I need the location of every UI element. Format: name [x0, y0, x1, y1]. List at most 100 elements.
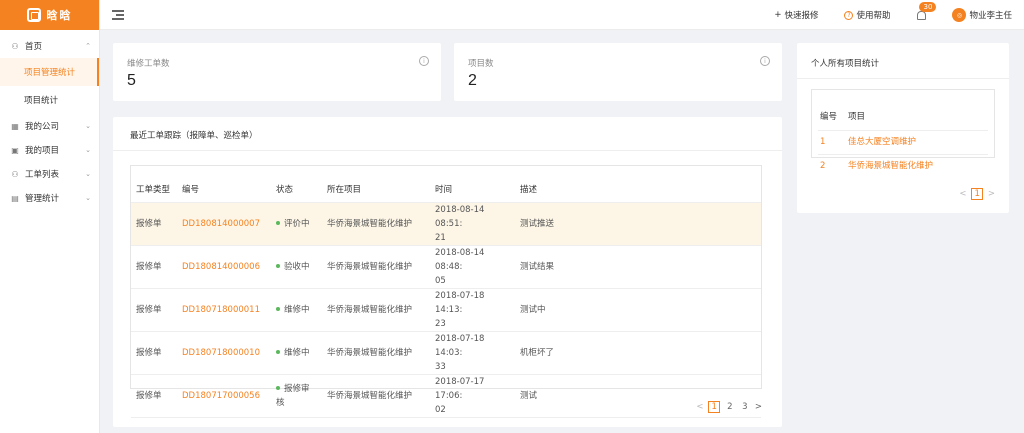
order-time: 2018-08-14 08:51: 21	[430, 202, 515, 246]
chart-icon: ▤	[11, 193, 19, 203]
page-button-1[interactable]: 1	[971, 188, 983, 200]
order-project: 华侨海景城智能化维护	[322, 245, 430, 289]
orders-stat-value: 5	[127, 72, 136, 89]
sidebar-item-management-stats[interactable]: ▤ 管理统计 ⌄	[0, 186, 99, 210]
user-menu[interactable]: ◎ 物业李主任	[952, 8, 1012, 22]
order-time-line: 02	[435, 404, 446, 415]
status-dot-icon	[276, 350, 280, 354]
header-actions: + 快速报修 ? 使用帮助 30 ◎ 物业李主任	[774, 0, 1012, 30]
order-code-link[interactable]: DD180718000011	[177, 288, 271, 332]
help-link[interactable]: ? 使用帮助	[844, 9, 890, 21]
table-row[interactable]: 报修单 DD180718000011 维修中 华侨海景城智能化维护 2018-0…	[131, 288, 761, 332]
next-page-button[interactable]: >	[755, 402, 762, 412]
sidebar-item-home[interactable]: ⚇ 首页 ⌃	[0, 34, 99, 58]
projects-stat-value: 2	[468, 72, 477, 89]
prev-page-button[interactable]: <	[959, 189, 966, 199]
order-time-line: 2018-07-17 17:06:	[435, 376, 485, 401]
sidebar-item-label: 我的项目	[25, 146, 60, 156]
order-status: 验收中	[271, 245, 322, 289]
user-icon: ⚇	[11, 169, 19, 179]
column-header: 时间	[430, 166, 515, 203]
order-code-link[interactable]: DD180717000056	[177, 374, 271, 418]
divider	[113, 150, 782, 151]
table-row[interactable]: 报修单 DD180717000056 报修审核 华侨海景城智能化维护 2018-…	[131, 374, 761, 418]
sidebar-item-project-management-stats[interactable]: 项目管理统计	[0, 58, 99, 86]
logo[interactable]: 晗晗	[0, 0, 99, 30]
project-name-link[interactable]: 佳总大厦空调维护	[846, 130, 988, 155]
table-row[interactable]: 报修单 DD180718000010 维修中 华侨海景城智能化维护 2018-0…	[131, 331, 761, 375]
quick-repair-button[interactable]: + 快速报修	[774, 9, 818, 21]
next-page-button[interactable]: >	[988, 189, 995, 199]
sidebar-item-work-orders[interactable]: ⚇ 工单列表 ⌄	[0, 162, 99, 186]
order-status-text: 评价中	[284, 218, 310, 229]
personal-projects-pagination: < 1 >	[959, 188, 995, 200]
chevron-down-icon: ⌄	[85, 170, 91, 178]
table-row[interactable]: 报修单 DD180814000006 验收中 华侨海景城智能化维护 2018-0…	[131, 245, 761, 289]
project-name-link[interactable]: 华侨海景城智能化维护	[846, 154, 988, 178]
sidebar-item-my-projects[interactable]: ▣ 我的项目 ⌄	[0, 138, 99, 162]
column-header: 状态	[271, 166, 322, 203]
order-status-text: 验收中	[284, 261, 310, 272]
info-icon[interactable]: i	[419, 56, 429, 66]
logo-icon	[26, 8, 41, 22]
order-code-link[interactable]: DD180814000007	[177, 202, 271, 246]
status-dot-icon	[276, 221, 280, 225]
menu-fold-icon[interactable]	[112, 10, 124, 20]
order-type: 报修单	[131, 245, 177, 289]
sidebar-item-project-stats[interactable]: 项目统计	[0, 86, 99, 114]
recent-orders-card: 最近工单跟踪（报障单、巡检单） 工单类型 编号 状态 所在项目 时间 描述 报修…	[113, 117, 782, 427]
order-desc: 测试结果	[515, 245, 761, 289]
table-row[interactable]: 2 华侨海景城智能化维护	[818, 154, 988, 178]
order-time-line: 2018-08-14 08:51:	[435, 204, 485, 229]
sidebar-item-my-company[interactable]: ▦ 我的公司 ⌄	[0, 114, 99, 138]
order-code-link[interactable]: DD180814000006	[177, 245, 271, 289]
notification-badge: 30	[919, 2, 937, 12]
project-icon: ▣	[11, 145, 19, 155]
column-header: 工单类型	[131, 166, 177, 203]
order-status-text: 报修审	[284, 383, 310, 394]
order-time-line: 23	[435, 318, 446, 329]
order-time: 2018-07-18 14:03: 33	[430, 331, 515, 375]
order-time-line: 33	[435, 361, 446, 372]
quick-repair-label: 快速报修	[784, 11, 819, 21]
notification-button[interactable]: 30	[916, 2, 937, 20]
recent-orders-pagination: < 1 2 3 >	[696, 401, 762, 413]
column-header: 所在项目	[322, 166, 430, 203]
table-row[interactable]: 报修单 DD180814000007 评价中 华侨海景城智能化维护 2018-0…	[131, 202, 761, 246]
user-icon: ⚇	[11, 41, 19, 51]
user-name: 物业李主任	[969, 11, 1012, 21]
order-time-line: 2018-07-18 14:13:	[435, 290, 485, 315]
top-header: + 快速报修 ? 使用帮助 30 ◎ 物业李主任	[100, 0, 1024, 30]
order-desc: 测试中	[515, 288, 761, 332]
projects-stat-label: 项目数	[468, 59, 494, 69]
table-header-row: 工单类型 编号 状态 所在项目 时间 描述	[131, 166, 761, 203]
order-status-text: 维修中	[284, 304, 310, 315]
table-row[interactable]: 1 佳总大厦空调维护	[818, 130, 988, 155]
info-icon[interactable]: i	[760, 56, 770, 66]
orders-stat-label: 维修工单数	[127, 59, 170, 69]
personal-projects-card: 个人所有项目统计 编号 项目 1 佳总大厦空调维护 2 华侨海景城智能化维护 <…	[797, 43, 1009, 213]
prev-page-button[interactable]: <	[696, 402, 703, 412]
status-dot-icon	[276, 307, 280, 311]
order-time-line: 2018-07-18 14:03:	[435, 333, 485, 358]
logo-text: 晗晗	[46, 9, 73, 22]
column-header: 编号	[818, 90, 846, 131]
help-icon: ?	[844, 10, 854, 20]
page-button-3[interactable]: 3	[740, 402, 750, 412]
order-project: 华侨海景城智能化维护	[322, 202, 430, 246]
order-status: 评价中	[271, 202, 322, 246]
page-button-2[interactable]: 2	[725, 402, 735, 412]
sidebar-item-label: 工单列表	[25, 170, 60, 180]
bell-icon: 30	[916, 2, 937, 20]
order-project: 华侨海景城智能化维护	[322, 288, 430, 332]
personal-projects-table: 编号 项目 1 佳总大厦空调维护 2 华侨海景城智能化维护	[811, 89, 995, 171]
chevron-up-icon: ⌃	[85, 42, 91, 50]
table-header-row: 编号 项目	[818, 90, 988, 131]
project-no: 2	[820, 161, 826, 172]
column-header: 编号	[177, 166, 271, 203]
recent-orders-title: 最近工单跟踪（报障单、巡检单）	[130, 131, 258, 141]
order-code-link[interactable]: DD180718000010	[177, 331, 271, 375]
sidebar-menu: ⚇ 首页 ⌃ 项目管理统计 项目统计 ▦ 我的公司 ⌄ ▣ 我的项目 ⌄ ⚇ 工…	[0, 30, 99, 210]
page-button-1[interactable]: 1	[708, 401, 720, 413]
building-icon: ▦	[11, 121, 19, 131]
